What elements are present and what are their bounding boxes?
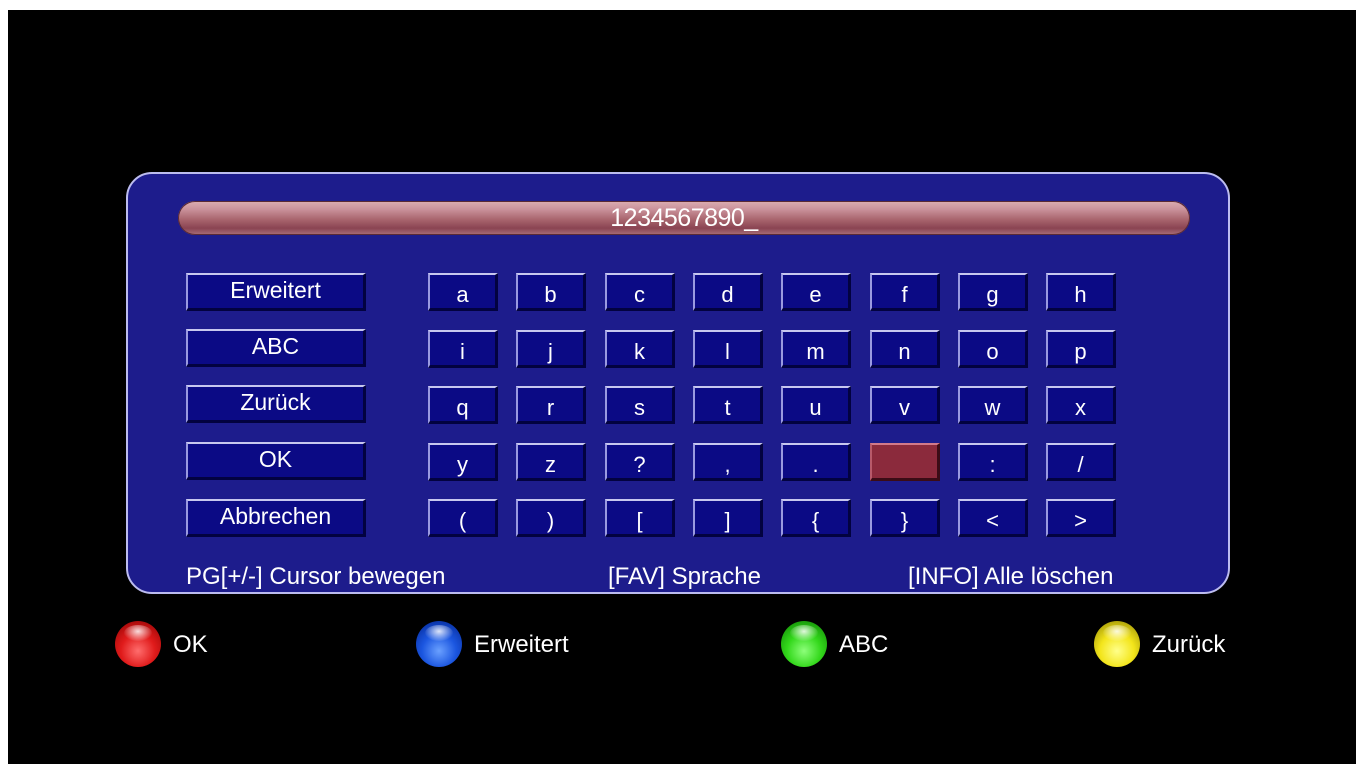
- key-3-1[interactable]: z: [516, 443, 586, 481]
- key-2-0[interactable]: q: [428, 386, 498, 424]
- key-3-5[interactable]: [870, 443, 940, 481]
- key-2-4[interactable]: u: [781, 386, 851, 424]
- ok-button[interactable]: OK: [186, 442, 366, 480]
- key-1-0[interactable]: i: [428, 330, 498, 368]
- legend-red-label: OK: [173, 631, 208, 658]
- key-4-4[interactable]: {: [781, 499, 851, 537]
- green-button-icon: [781, 621, 827, 667]
- key-0-6[interactable]: g: [958, 273, 1028, 311]
- key-3-6[interactable]: :: [958, 443, 1028, 481]
- key-4-3[interactable]: ]: [693, 499, 763, 537]
- hint-language: [FAV] Sprache: [608, 563, 761, 590]
- key-3-2[interactable]: ?: [605, 443, 675, 481]
- key-0-7[interactable]: h: [1046, 273, 1116, 311]
- key-2-7[interactable]: x: [1046, 386, 1116, 424]
- erweitert-button[interactable]: Erweitert: [186, 273, 366, 311]
- key-1-6[interactable]: o: [958, 330, 1028, 368]
- key-1-2[interactable]: k: [605, 330, 675, 368]
- abbrechen-button[interactable]: Abbrechen: [186, 499, 366, 537]
- legend-yellow-label: Zurück: [1152, 631, 1226, 658]
- key-3-7[interactable]: /: [1046, 443, 1116, 481]
- abc-button[interactable]: ABC: [186, 329, 366, 367]
- key-0-5[interactable]: f: [870, 273, 940, 311]
- key-2-5[interactable]: v: [870, 386, 940, 424]
- key-4-2[interactable]: [: [605, 499, 675, 537]
- tv-screen: 1234567890_ Erweitert ABC Zurück OK Abbr…: [8, 10, 1356, 764]
- key-0-0[interactable]: a: [428, 273, 498, 311]
- key-0-3[interactable]: d: [693, 273, 763, 311]
- key-1-4[interactable]: m: [781, 330, 851, 368]
- zurueck-button[interactable]: Zurück: [186, 385, 366, 423]
- key-4-7[interactable]: >: [1046, 499, 1116, 537]
- hint-clear: [INFO] Alle löschen: [908, 563, 1114, 590]
- text-input-field[interactable]: 1234567890_: [178, 201, 1190, 235]
- key-0-2[interactable]: c: [605, 273, 675, 311]
- legend-green-label: ABC: [839, 631, 889, 658]
- input-text: 1234567890_: [610, 204, 758, 232]
- virtual-keyboard-panel: 1234567890_ Erweitert ABC Zurück OK Abbr…: [126, 172, 1230, 594]
- key-2-6[interactable]: w: [958, 386, 1028, 424]
- key-2-3[interactable]: t: [693, 386, 763, 424]
- key-1-1[interactable]: j: [516, 330, 586, 368]
- legend-blue-label: Erweitert: [474, 631, 569, 658]
- key-3-3[interactable]: ,: [693, 443, 763, 481]
- key-1-7[interactable]: p: [1046, 330, 1116, 368]
- key-2-1[interactable]: r: [516, 386, 586, 424]
- key-2-2[interactable]: s: [605, 386, 675, 424]
- key-4-0[interactable]: (: [428, 499, 498, 537]
- hint-cursor: PG[+/-] Cursor bewegen: [186, 563, 446, 590]
- red-button-icon: [115, 621, 161, 667]
- key-4-6[interactable]: <: [958, 499, 1028, 537]
- key-4-5[interactable]: }: [870, 499, 940, 537]
- blue-button-icon: [416, 621, 462, 667]
- key-3-0[interactable]: y: [428, 443, 498, 481]
- key-0-1[interactable]: b: [516, 273, 586, 311]
- yellow-button-icon: [1094, 621, 1140, 667]
- key-1-3[interactable]: l: [693, 330, 763, 368]
- key-1-5[interactable]: n: [870, 330, 940, 368]
- key-4-1[interactable]: ): [516, 499, 586, 537]
- key-3-4[interactable]: .: [781, 443, 851, 481]
- key-0-4[interactable]: e: [781, 273, 851, 311]
